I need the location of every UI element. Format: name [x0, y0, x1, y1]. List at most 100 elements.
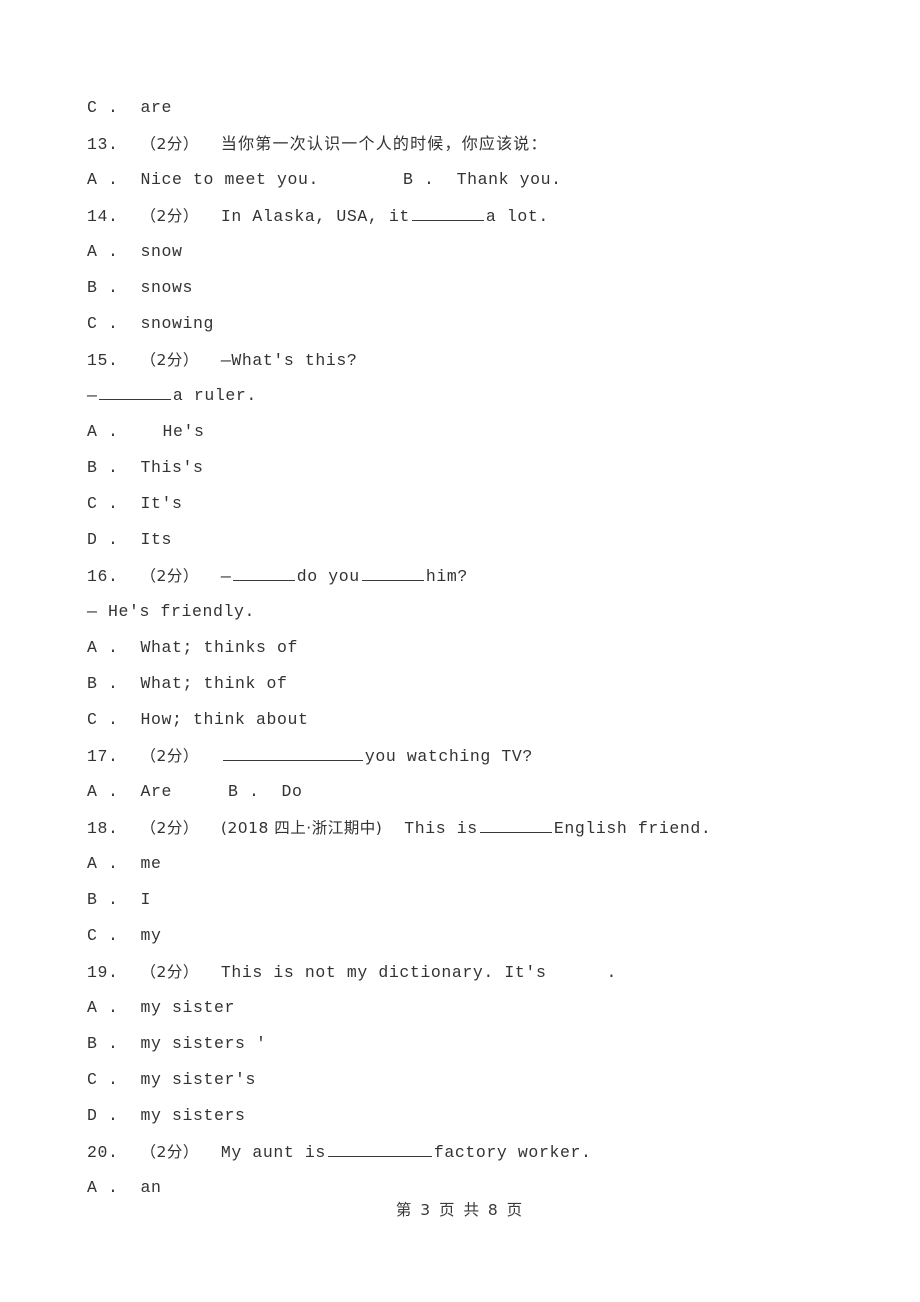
- question-stem-16: 16. （2分） — do you him?: [87, 558, 847, 594]
- option-row: A . Nice to meet you. B . Thank you.: [87, 162, 847, 198]
- option-row: B . I: [87, 882, 847, 918]
- option-text: It's: [140, 494, 183, 513]
- question-stem-18: 18. （2分） (2018 四上·浙江期中) This is English frie…: [87, 810, 847, 846]
- option-text: my: [140, 926, 162, 945]
- question-score: （2分）: [140, 963, 199, 981]
- option-label: C .: [87, 494, 119, 513]
- option-label: B .: [87, 458, 119, 477]
- option-text: He's: [162, 422, 205, 441]
- question-stem-text: My aunt is: [220, 1143, 326, 1162]
- question-score: （2分）: [140, 747, 199, 765]
- answer-blank[interactable]: [479, 817, 552, 833]
- option-label: B .: [87, 1034, 119, 1053]
- option-label: B .: [87, 674, 119, 693]
- option-text: my sister's: [140, 1070, 257, 1089]
- option-text: What; think of: [140, 674, 288, 693]
- option-row: A . Are B . Do: [87, 774, 847, 810]
- question-stem-tail: .: [606, 963, 617, 982]
- option-row: C . my: [87, 918, 847, 954]
- option-row: B . What; think of: [87, 666, 847, 702]
- option-row: C . are: [87, 90, 847, 126]
- answer-blank[interactable]: [327, 1141, 432, 1157]
- option-label: C .: [87, 314, 119, 333]
- question-score: （2分）: [140, 207, 199, 225]
- option-label: A .: [87, 170, 119, 189]
- option-text: How; think about: [140, 710, 309, 729]
- option-row: B . snows: [87, 270, 847, 306]
- option-label: C .: [87, 1070, 119, 1089]
- question-stem-tail: him?: [425, 567, 468, 586]
- option-row: C . my sister's: [87, 1062, 847, 1098]
- question-stem-text: do you: [296, 567, 360, 586]
- answer-blank[interactable]: [411, 205, 484, 221]
- question-stem-20: 20. （2分） My aunt is factory worker.: [87, 1134, 847, 1170]
- question-score: （2分）: [140, 567, 199, 585]
- option-text: me: [140, 854, 162, 873]
- option-text: Its: [140, 530, 173, 549]
- option-label: D .: [87, 1106, 119, 1125]
- option-text: Are: [140, 782, 173, 801]
- option-row: B . This's: [87, 450, 847, 486]
- option-label: A .: [87, 1178, 119, 1197]
- question-source-tag: (2018 四上·浙江期中): [220, 819, 383, 837]
- option-row: A . my sister: [87, 990, 847, 1026]
- question-stem-17: 17. （2分） you watching TV?: [87, 738, 847, 774]
- option-label: A .: [87, 782, 119, 801]
- option-row: A . What; thinks of: [87, 630, 847, 666]
- question-score: （2分）: [140, 819, 199, 837]
- dialogue-dash: —: [220, 567, 231, 586]
- question-score: （2分）: [140, 135, 199, 153]
- option-text: Nice to meet you.: [140, 170, 320, 189]
- option-text: my sisters ': [140, 1034, 267, 1053]
- question-stem-text: This is not my dictionary. It's: [220, 963, 547, 982]
- option-text: my sister: [140, 998, 236, 1017]
- option-label: A .: [87, 242, 119, 261]
- question-stem-tail: you watching TV?: [364, 747, 533, 766]
- question-stem-text: In Alaska, USA, it: [220, 207, 410, 226]
- answer-blank[interactable]: [98, 384, 171, 400]
- dialogue-dash: —: [87, 386, 97, 405]
- question-stem-13: 13. （2分） 当你第一次认识一个人的时候，你应该说：: [87, 126, 847, 162]
- option-text: snowing: [140, 314, 215, 333]
- answer-blank[interactable]: [361, 565, 424, 581]
- option-row: A . me: [87, 846, 847, 882]
- question-number: 15.: [87, 351, 119, 370]
- question-number: 16.: [87, 567, 119, 586]
- dialogue-response: — He's friendly.: [87, 602, 256, 621]
- question-number: 17.: [87, 747, 119, 766]
- question-16-answer-line: — He's friendly.: [87, 594, 847, 630]
- option-label: B .: [87, 278, 119, 297]
- option-text: snows: [140, 278, 194, 297]
- question-number: 18.: [87, 819, 119, 838]
- exam-page: C . are 13. （2分） 当你第一次认识一个人的时候，你应该说： A . Nic…: [0, 0, 920, 1302]
- option-row: C . snowing: [87, 306, 847, 342]
- answer-blank[interactable]: [232, 565, 295, 581]
- option-text: What; thinks of: [140, 638, 299, 657]
- question-stem-tail: a ruler.: [172, 386, 257, 405]
- page-footer: 第 3 页 共 8 页: [395, 1201, 525, 1219]
- question-stem-14: 14. （2分） In Alaska, USA, it a lot.: [87, 198, 847, 234]
- option-text: snow: [140, 242, 183, 261]
- question-stem-tail: factory worker.: [433, 1143, 592, 1162]
- option-text: an: [140, 1178, 162, 1197]
- option-label: B .: [403, 170, 435, 189]
- option-text: Do: [281, 782, 303, 801]
- option-label: C .: [87, 926, 119, 945]
- option-row: A . snow: [87, 234, 847, 270]
- option-row: D . my sisters: [87, 1098, 847, 1134]
- question-stem-text: This is: [404, 819, 478, 838]
- question-stem-tail: English friend.: [553, 819, 712, 838]
- option-row: A . He's: [87, 414, 847, 450]
- option-label: A .: [87, 422, 119, 441]
- question-number: 13.: [87, 135, 119, 154]
- question-stem-text: 当你第一次认识一个人的时候，你应该说：: [220, 134, 548, 153]
- option-text: my sisters: [140, 1106, 246, 1125]
- option-label: C .: [87, 710, 119, 729]
- question-score: （2分）: [140, 1143, 199, 1161]
- question-stem-15: 15. （2分） —What's this?: [87, 342, 847, 378]
- option-label: A .: [87, 998, 119, 1017]
- answer-blank[interactable]: [222, 745, 363, 761]
- option-label: B .: [87, 890, 119, 909]
- option-label: C .: [87, 98, 119, 117]
- option-row: D . Its: [87, 522, 847, 558]
